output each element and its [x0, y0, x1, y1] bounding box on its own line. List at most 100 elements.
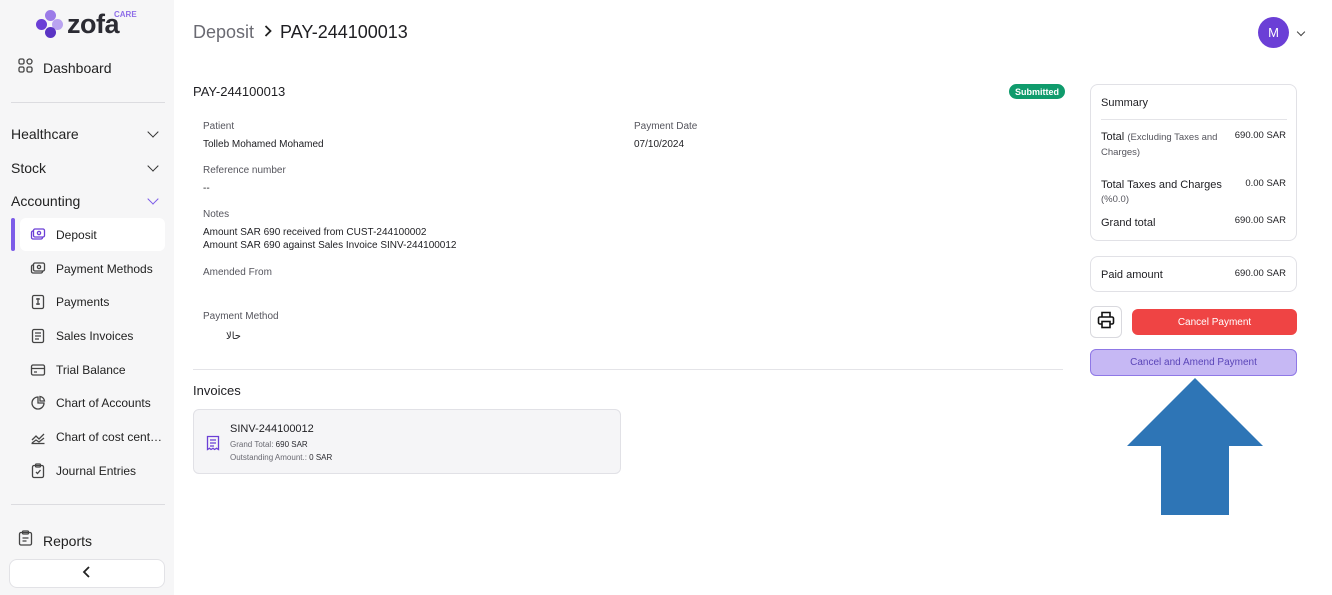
summary-total-label: Total (Excluding Taxes and Charges) — [1101, 130, 1231, 160]
breadcrumb-current: PAY-244100013 — [280, 22, 408, 42]
nav-dashboard-label: Dashboard — [43, 60, 112, 76]
reference-label: Reference number — [203, 165, 286, 176]
sidebar-item-label: Chart of cost cente... — [56, 429, 164, 444]
sidebar-item-label: Sales Invoices — [56, 328, 134, 343]
sidebar-divider — [11, 102, 165, 103]
breadcrumb-parent[interactable]: Deposit — [193, 22, 254, 43]
patient-label: Patient — [203, 121, 235, 132]
payment-date-label: Payment Date — [634, 121, 698, 132]
grid-icon — [18, 58, 33, 78]
invoice-grand-total: Grand Total: 690 SAR — [230, 440, 308, 449]
printer-icon — [1097, 311, 1115, 334]
summary-grand-value: 690.00 SAR — [1234, 215, 1286, 226]
avatar[interactable]: M — [1258, 17, 1289, 48]
summary-title: Summary — [1101, 97, 1149, 109]
sidebar-item-payments[interactable]: Payments — [20, 285, 165, 318]
summary-card: Summary Total (Excluding Taxes and Charg… — [1090, 84, 1297, 241]
sidebar-item-label: Trial Balance — [56, 362, 126, 377]
sidebar-item-deposit[interactable]: Deposit — [20, 218, 165, 251]
invoice-grand-total-label: Grand Total: — [230, 440, 274, 449]
sidebar-item-journal-entries[interactable]: Journal Entries — [20, 454, 165, 487]
collapse-sidebar-button[interactable] — [9, 559, 165, 588]
invoice-number: SINV-244100012 — [230, 423, 314, 435]
page-title: PAY-244100013 — [193, 84, 286, 99]
chevron-down-icon[interactable] — [1296, 27, 1306, 37]
paid-amount-label: Paid amount — [1101, 269, 1163, 281]
cancel-and-amend-payment-button[interactable]: Cancel and Amend Payment — [1090, 349, 1297, 376]
chevron-down-icon — [147, 193, 159, 205]
chevron-down-icon — [147, 160, 159, 172]
logo[interactable]: zofa — [36, 9, 120, 39]
line-chart-icon — [30, 429, 46, 445]
pie-chart-icon — [30, 395, 46, 411]
summary-total-text: Total — [1101, 131, 1125, 143]
logo-care-tag: CARE — [114, 10, 137, 19]
nav-group-stock[interactable]: Stock — [11, 159, 161, 177]
paid-amount-value: 690.00 SAR — [1234, 268, 1286, 279]
nav-group-label: Healthcare — [11, 126, 79, 142]
nav-group-healthcare[interactable]: Healthcare — [11, 125, 161, 143]
invoice-grand-total-value: 690 SAR — [275, 440, 308, 449]
logo-mark-icon — [36, 10, 64, 38]
sidebar-item-sales-invoices[interactable]: Sales Invoices — [20, 319, 165, 352]
trial-balance-icon — [30, 362, 46, 378]
payment-method-value: حالا — [226, 331, 241, 342]
receipt-icon — [206, 435, 220, 456]
paid-amount-card: Paid amount 690.00 SAR — [1090, 256, 1297, 292]
reference-value: -- — [203, 183, 210, 194]
sidebar-item-label: Deposit — [56, 227, 97, 242]
invoice-outstanding: Outstanding Amount.: 0 SAR — [230, 453, 332, 462]
breadcrumb: Deposit PAY-244100013 — [193, 22, 408, 43]
sidebar-item-label: Journal Entries — [56, 463, 137, 478]
logo-text: zofa — [67, 9, 120, 39]
sidebar-item-chart-of-accounts[interactable]: Chart of Accounts — [20, 386, 165, 419]
payments-icon — [30, 294, 46, 310]
sidebar-item-chart-of-cost-centers[interactable]: Chart of cost cente... — [20, 420, 165, 453]
nav-reports-label: Reports — [43, 532, 93, 549]
summary-taxes-text: Total Taxes and Charges — [1101, 179, 1222, 191]
invoice-outstanding-value: 0 SAR — [309, 453, 333, 462]
notes-line: Amount SAR 690 against Sales Invoice SIN… — [203, 240, 457, 251]
arrow-up-icon — [1127, 378, 1263, 515]
payment-date-value: 07/10/2024 — [634, 139, 685, 150]
clipboard-icon — [18, 530, 33, 551]
sidebar-divider — [11, 504, 165, 505]
print-button[interactable] — [1090, 306, 1122, 338]
sidebar: zofa CARE Dashboard Healthcare Stock Acc… — [0, 0, 174, 595]
chevron-down-icon — [147, 126, 159, 138]
payment-method-label: Payment Method — [203, 311, 279, 322]
patient-value: Tolleb Mohamed Mohamed — [203, 139, 324, 150]
status-badge: Submitted — [1009, 84, 1065, 99]
payment-methods-icon — [30, 261, 46, 277]
summary-taxes-value: 0.00 SAR — [1245, 178, 1286, 189]
sidebar-item-label: Payments — [56, 294, 110, 309]
nav-dashboard[interactable]: Dashboard — [18, 58, 112, 78]
invoices-heading: Invoices — [193, 383, 241, 398]
sales-invoice-icon — [30, 328, 46, 344]
nav-reports[interactable]: Reports — [18, 530, 92, 551]
sidebar-item-payment-methods[interactable]: Payment Methods — [20, 252, 165, 285]
deposit-icon — [30, 227, 46, 243]
invoice-outstanding-label: Outstanding Amount.: — [230, 453, 307, 462]
sidebar-item-label: Chart of Accounts — [56, 395, 151, 410]
journal-icon — [30, 462, 46, 479]
summary-taxes-note: (%0.0) — [1101, 194, 1129, 205]
amended-from-label: Amended From — [203, 267, 272, 278]
nav-group-label: Accounting — [11, 193, 81, 209]
sidebar-item-trial-balance[interactable]: Trial Balance — [20, 353, 165, 386]
nav-group-accounting[interactable]: Accounting — [11, 192, 161, 210]
notes-line: Amount SAR 690 received from CUST-244100… — [203, 227, 427, 238]
chevron-left-icon — [82, 565, 92, 583]
notes-label: Notes — [203, 209, 230, 220]
cancel-payment-button[interactable]: Cancel Payment — [1132, 309, 1297, 335]
active-indicator — [11, 218, 15, 251]
summary-taxes-label: Total Taxes and Charges (%0.0) — [1101, 178, 1222, 207]
section-divider — [193, 369, 1063, 370]
chevron-right-icon — [264, 24, 272, 42]
summary-divider — [1101, 119, 1287, 120]
invoice-card[interactable]: SINV-244100012 Grand Total: 690 SAR Outs… — [193, 409, 621, 474]
sidebar-item-label: Payment Methods — [56, 261, 153, 276]
summary-total-value: 690.00 SAR — [1234, 130, 1286, 141]
nav-group-label: Stock — [11, 160, 47, 176]
summary-grand-label: Grand total — [1101, 217, 1156, 229]
